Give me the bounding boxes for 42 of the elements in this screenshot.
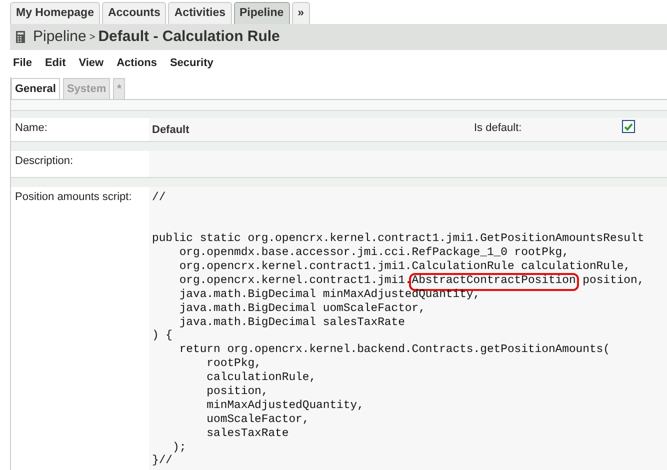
code-text: org.opencrx.kernel.contract1.jmi1.CalculationRule calculationRule,: [178, 260, 630, 274]
code-text: }//: [152, 455, 173, 470]
calculator-icon: [16, 31, 25, 43]
code-text: AbstractContractPosition: [410, 274, 577, 289]
code-text: );: [172, 442, 186, 456]
menu-item[interactable]: Security: [170, 55, 214, 72]
code-text: position,: [206, 386, 268, 400]
page-title: Default - Calculation Rule: [98, 26, 280, 47]
field-value: Default: [152, 123, 190, 138]
code-text: rootPkg,: [206, 358, 262, 372]
code-text: java.math.BigDecimal minMaxAdjustedQuantity,: [178, 288, 480, 302]
code-text: minMaxAdjustedQuantity,: [206, 400, 364, 414]
menu-item[interactable]: Actions: [116, 55, 157, 72]
menu-item[interactable]: File: [13, 55, 32, 72]
checkmark-icon: [624, 122, 633, 130]
code-text: org.opencrx.kernel.contract1.jmi1.: [178, 274, 412, 288]
breadcrumb-link[interactable]: Pipeline: [33, 26, 86, 48]
code-text: uomScaleFactor,: [206, 414, 310, 428]
field-label: Name:: [15, 122, 48, 134]
code-text: ) {: [152, 330, 173, 344]
code-text: position,: [582, 274, 644, 289]
code-text: public static org.opencrx.kernel.contract1.jmi1.GetPositionAmountsResult: [152, 233, 644, 246]
menu-item[interactable]: View: [78, 55, 104, 72]
field-label: Is default:: [474, 121, 523, 136]
code-text: //: [152, 192, 166, 206]
checkbox[interactable]: [622, 120, 635, 133]
field-label: Position amounts script:: [15, 190, 132, 202]
code-text: calculationRule,: [206, 372, 316, 386]
tab[interactable]: General: [11, 78, 60, 99]
menu-item[interactable]: Edit: [44, 55, 66, 72]
code-text: java.math.BigDecimal uomScaleFactor,: [178, 302, 426, 316]
field-label: Description:: [15, 154, 74, 166]
breadcrumb-separator: >: [89, 30, 96, 44]
nav-tab[interactable]: My Homepage: [10, 2, 100, 24]
nav-tab[interactable]: »: [292, 2, 310, 24]
nav-tab[interactable]: Accounts: [102, 2, 166, 24]
code-text: return org.opencrx.kernel.backend.Contracts.getPositionAmounts(: [178, 344, 610, 358]
code-text: salesTaxRate: [206, 428, 289, 442]
nav-tab[interactable]: Pipeline: [234, 2, 290, 24]
nav-tab[interactable]: Activities: [168, 2, 232, 24]
code-text: java.math.BigDecimal salesTaxRate: [178, 316, 405, 330]
code-text: org.openmdx.base.accessor.jmi.cci.RefPackage_1_0 rootPkg,: [178, 247, 569, 260]
